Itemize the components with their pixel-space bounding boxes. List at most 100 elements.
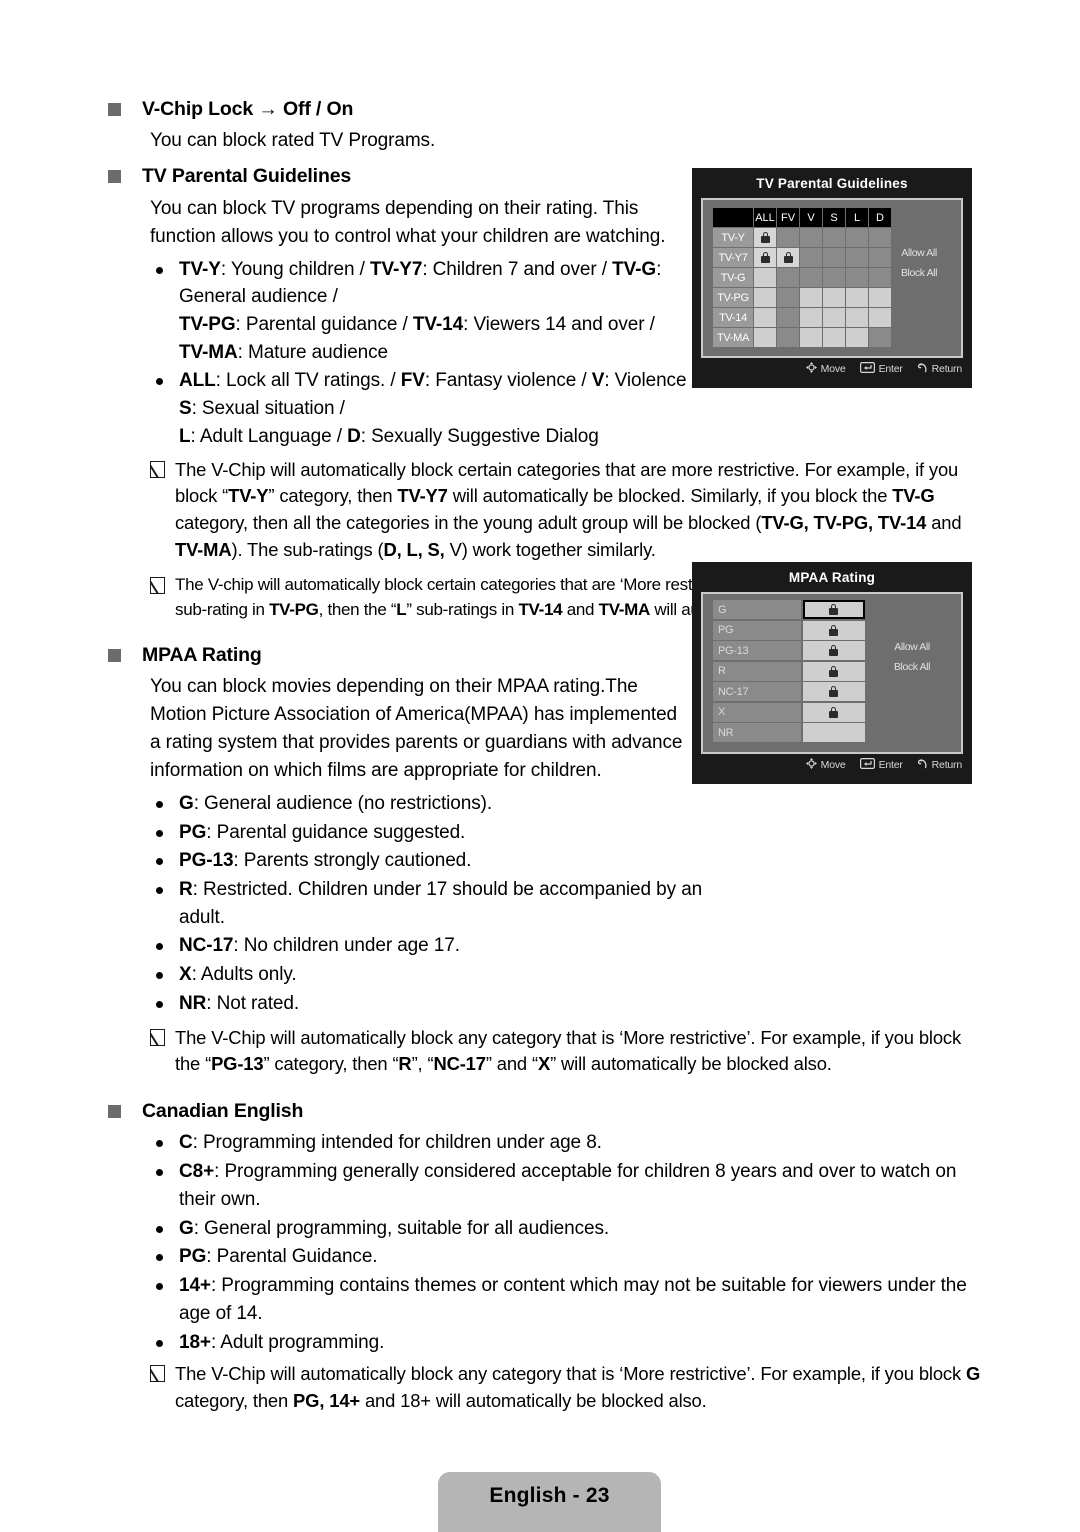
mpaa-row-pg-13[interactable]: PG-13: [713, 641, 865, 660]
column-header-fv[interactable]: FV: [777, 208, 799, 227]
cell-tvma-s[interactable]: [823, 328, 845, 347]
cell-tvy7-s[interactable]: [823, 248, 845, 267]
hint-enter-label: Enter: [878, 759, 903, 771]
mpaa-row-value[interactable]: [802, 620, 865, 640]
mpaa-row-g[interactable]: G: [713, 600, 865, 619]
cell-tvy7-l[interactable]: [846, 248, 868, 267]
mpaa-row-label: NC-17: [713, 682, 801, 701]
lock-icon: [829, 645, 838, 656]
column-header-d[interactable]: D: [869, 208, 891, 227]
lock-icon: [829, 706, 838, 718]
cell-tv14-all[interactable]: [754, 308, 776, 327]
mpaa-row-value[interactable]: [802, 641, 865, 660]
row-header-tv-g[interactable]: TV-G: [713, 268, 753, 287]
cell-tvpg-d[interactable]: [869, 288, 891, 307]
cell-tvpg-all[interactable]: [754, 288, 776, 307]
hint-enter: Enter: [859, 758, 903, 772]
mpaa-rating-list: G PG PG-13 R NC-17 X NR: [713, 600, 865, 744]
cell-tvpg-v[interactable]: [800, 288, 822, 307]
row-header-tv-y7[interactable]: TV-Y7: [713, 248, 753, 267]
ratings-table: ALL FV V S L D TV-Y TV-Y7 TV-G TV-PG TV-…: [712, 207, 892, 348]
cell-tvma-all[interactable]: [754, 328, 776, 347]
list-item: PG-13: Parents strongly cautioned.: [150, 847, 699, 875]
allow-all-button[interactable]: Allow All: [873, 638, 951, 658]
cell-tvy7-fv[interactable]: [777, 248, 799, 267]
cell-tvg-s[interactable]: [823, 268, 845, 287]
column-header-all[interactable]: ALL: [754, 208, 776, 227]
cell-tvy7-all[interactable]: [754, 248, 776, 267]
cell-tv14-fv[interactable]: [777, 308, 799, 327]
mpaa-row-x[interactable]: X: [713, 702, 865, 722]
mpaa-row-r[interactable]: R: [713, 661, 865, 681]
block-all-button[interactable]: Block All: [873, 658, 951, 678]
cell-tvg-fv[interactable]: [777, 268, 799, 287]
allow-all-button[interactable]: Allow All: [883, 244, 955, 264]
cell-tv14-d[interactable]: [869, 308, 891, 327]
mpaa-row-value[interactable]: [802, 600, 865, 619]
cell-tvy-fv[interactable]: [777, 228, 799, 247]
cell-tvy7-v[interactable]: [800, 248, 822, 267]
list-item: C8+: Programming generally considered ac…: [150, 1158, 988, 1213]
osd-body: ALL FV V S L D TV-Y TV-Y7 TV-G TV-PG TV-…: [701, 198, 963, 358]
cell-tv14-s[interactable]: [823, 308, 845, 327]
table-header-row: ALL FV V S L D: [713, 208, 891, 227]
table-row: TV-MA: [713, 328, 891, 347]
osd-side-buttons: Allow All Block All: [873, 638, 951, 678]
list-item: PG: Parental Guidance.: [150, 1243, 988, 1271]
mpaa-row-nc-17[interactable]: NC-17: [713, 682, 865, 701]
list-mpaa-ratings: G: General audience (no restrictions). P…: [108, 790, 988, 1018]
row-header-tv-ma[interactable]: TV-MA: [713, 328, 753, 347]
note-tv-parental-1: The V-Chip will automatically block cert…: [108, 457, 988, 564]
enter-icon: [859, 758, 875, 772]
cell-tvma-l[interactable]: [846, 328, 868, 347]
cell-tvma-d[interactable]: [869, 328, 891, 347]
mpaa-row-value[interactable]: [802, 702, 865, 722]
column-header-l[interactable]: L: [846, 208, 868, 227]
table-row: TV-PG: [713, 288, 891, 307]
osd-title: TV Parental Guidelines: [756, 176, 908, 191]
cell-tvg-l[interactable]: [846, 268, 868, 287]
heading-text: MPAA Rating: [142, 643, 262, 666]
note-mpaa-1: The V-Chip will automatically block any …: [108, 1025, 988, 1078]
page-number-label: English - 23: [489, 1484, 610, 1507]
cell-tvy-l[interactable]: [846, 228, 868, 247]
cell-tvy-all[interactable]: [754, 228, 776, 247]
list-item: X: Adults only.: [150, 961, 988, 989]
list-item: 14+: Programming contains themes or cont…: [150, 1272, 988, 1327]
cell-tv14-l[interactable]: [846, 308, 868, 327]
column-header-v[interactable]: V: [800, 208, 822, 227]
cell-tvg-v[interactable]: [800, 268, 822, 287]
cell-tvpg-fv[interactable]: [777, 288, 799, 307]
cell-tvg-all[interactable]: [754, 268, 776, 287]
mpaa-row-value[interactable]: [802, 661, 865, 681]
lock-icon: [829, 686, 838, 697]
lock-icon: [829, 604, 838, 615]
cell-tvy-v[interactable]: [800, 228, 822, 247]
pencil-note-icon: [150, 1365, 165, 1383]
cell-tv14-v[interactable]: [800, 308, 822, 327]
hint-return-label: Return: [931, 363, 963, 375]
table-corner-cell: [713, 208, 753, 227]
cell-tvma-fv[interactable]: [777, 328, 799, 347]
hint-move: Move: [805, 362, 846, 376]
pencil-note-icon: [150, 577, 165, 595]
mpaa-row-nr[interactable]: NR: [713, 723, 865, 742]
ratings-grid: ALL FV V S L D TV-Y TV-Y7 TV-G TV-PG TV-…: [712, 207, 892, 348]
lock-icon: [783, 252, 793, 264]
cell-tvma-v[interactable]: [800, 328, 822, 347]
row-header-tv-y[interactable]: TV-Y: [713, 228, 753, 247]
heading-text: V-Chip Lock → Off / On: [142, 98, 354, 120]
mpaa-row-label: X: [713, 702, 801, 722]
cell-tvpg-s[interactable]: [823, 288, 845, 307]
row-header-tv-14[interactable]: TV-14: [713, 308, 753, 327]
mpaa-row-value[interactable]: [802, 682, 865, 701]
table-row: TV-Y: [713, 228, 891, 247]
paragraph-tv-parental: You can block TV programs depending on t…: [150, 197, 666, 247]
column-header-s[interactable]: S: [823, 208, 845, 227]
cell-tvpg-l[interactable]: [846, 288, 868, 307]
block-all-button[interactable]: Block All: [883, 264, 955, 284]
mpaa-row-pg[interactable]: PG: [713, 620, 865, 640]
cell-tvy-s[interactable]: [823, 228, 845, 247]
row-header-tv-pg[interactable]: TV-PG: [713, 288, 753, 307]
mpaa-row-value[interactable]: [802, 723, 865, 742]
